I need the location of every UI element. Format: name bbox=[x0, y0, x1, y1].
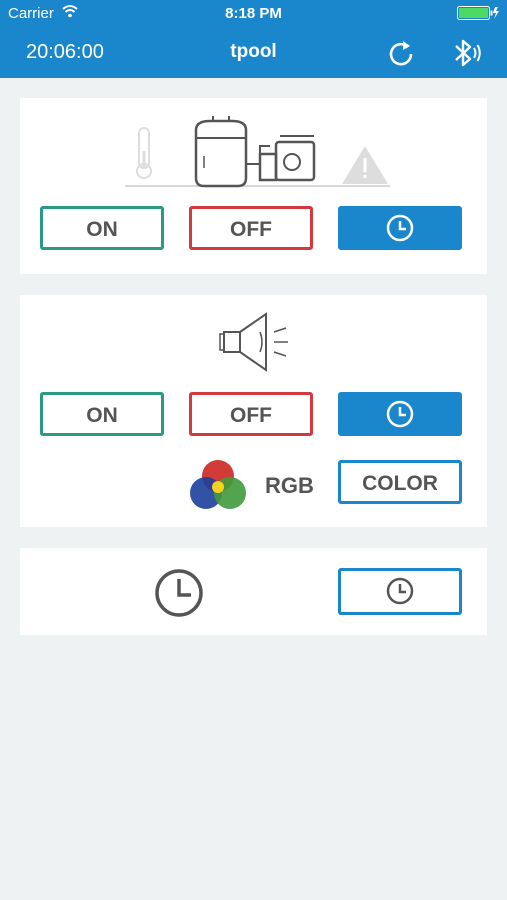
speaker-icon bbox=[219, 312, 288, 372]
clock-icon bbox=[386, 214, 414, 242]
battery-icon bbox=[457, 6, 499, 24]
pump-on-button[interactable]: ON bbox=[40, 206, 164, 250]
light-card: ON OFF RGB COLOR bbox=[20, 295, 487, 527]
pump-card: ON OFF bbox=[20, 98, 487, 274]
light-off-button[interactable]: OFF bbox=[189, 392, 313, 436]
pump-off-button[interactable]: OFF bbox=[189, 206, 313, 250]
pump-timer-button[interactable] bbox=[338, 206, 462, 250]
schedule-card bbox=[20, 548, 487, 635]
color-button[interactable]: COLOR bbox=[338, 460, 462, 504]
status-time: 8:18 PM bbox=[225, 5, 282, 22]
schedule-timer-button[interactable] bbox=[338, 568, 462, 615]
clock-icon bbox=[386, 400, 414, 428]
rgb-label: RGB bbox=[265, 473, 314, 498]
light-timer-button[interactable] bbox=[338, 392, 462, 436]
page-title: tpool bbox=[230, 41, 277, 62]
light-on-button[interactable]: ON bbox=[40, 392, 164, 436]
clock-icon bbox=[155, 569, 203, 617]
thermometer-icon bbox=[136, 127, 152, 179]
pump-motor-icon bbox=[246, 135, 316, 182]
bluetooth-icon[interactable] bbox=[448, 37, 482, 69]
pump-illustration bbox=[125, 116, 390, 188]
refresh-icon[interactable] bbox=[386, 38, 416, 68]
rgb-icon bbox=[190, 460, 246, 509]
nav-bar: 20:06:00 tpool bbox=[0, 27, 507, 78]
filter-icon bbox=[194, 116, 248, 188]
warning-icon bbox=[342, 146, 388, 184]
status-bar: Carrier 8:18 PM bbox=[0, 0, 507, 27]
clock-icon bbox=[386, 577, 414, 605]
